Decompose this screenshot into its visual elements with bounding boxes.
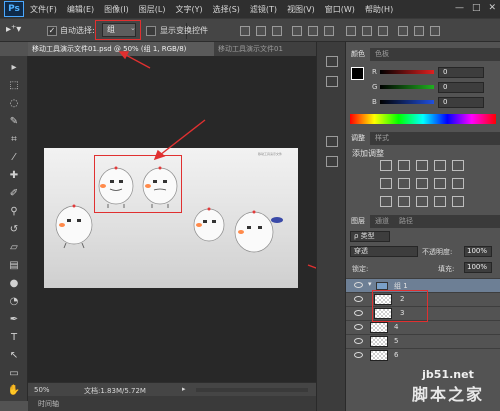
channel-mixer-icon[interactable] [452,178,464,189]
fill-input[interactable]: 100% [464,262,492,273]
layer-name: 6 [394,351,399,359]
channel-b-label: B [372,98,377,106]
timeline-label[interactable]: 时间轴 [38,399,59,409]
channel-g-label: G [372,83,378,91]
hue-saturation-icon[interactable] [380,178,392,189]
watermark-title: 脚本之家 [411,385,484,404]
eye-icon[interactable] [354,282,363,288]
arrow-to-canvas [153,119,206,161]
eye-icon[interactable] [354,338,363,344]
eye-icon[interactable] [354,296,363,302]
disclosure-triangle-icon[interactable]: ▾ [368,280,372,288]
foreground-color-swatch[interactable] [351,67,364,80]
tab-styles[interactable]: 样式 [370,132,394,145]
layer-filter-dropdown[interactable]: ρ 类型 [350,231,390,242]
gradient-map-icon[interactable] [452,196,464,207]
channel-r-label: R [372,68,377,76]
paragraph-icon[interactable] [326,156,338,167]
posterize-icon[interactable] [398,196,410,207]
panel-icon-strip [316,42,346,411]
vibrance-icon[interactable] [452,160,464,171]
history-icon[interactable] [326,56,338,67]
folder-icon [376,282,388,290]
adjustments-panel-tabs: 调整 样式 [346,132,500,145]
document-size: 文档:1.83M/5.72M [84,387,146,395]
opacity-label: 不透明度: [422,248,453,256]
timeline-panel: 时间轴 [28,396,316,411]
layer-thumbnail [370,322,388,333]
selective-color-icon[interactable] [434,196,446,207]
status-bar: 50% 文档:1.83M/5.72M ▸ [28,382,316,396]
right-panels: 颜色 色板 R 0 G 0 B 0 调整 样式 添加调整 图层 通道 路径 ρ … [346,42,500,411]
layers-panel-tabs: 图层 通道 路径 [346,215,500,228]
layer-row[interactable]: 5 [346,334,500,348]
layer-name: 5 [394,337,399,345]
curves-icon[interactable] [416,160,428,171]
layer-name: 4 [394,323,399,331]
opacity-input[interactable]: 100% [464,246,492,257]
layer-thumbnail [370,336,388,347]
channel-b-value[interactable]: 0 [438,97,484,108]
channel-g-slider[interactable] [380,85,434,89]
brightness-icon[interactable] [380,160,392,171]
exposure-icon[interactable] [434,160,446,171]
channel-r-value[interactable]: 0 [438,67,484,78]
levels-icon[interactable] [398,160,410,171]
eye-icon[interactable] [354,310,363,316]
eye-icon[interactable] [354,324,363,330]
layer-row[interactable]: 6 [346,348,500,362]
status-scrollbar[interactable] [196,388,308,392]
properties-icon[interactable] [326,76,338,87]
tab-layers[interactable]: 图层 [346,215,370,228]
character-icon[interactable] [326,136,338,147]
layer-thumbnail [370,350,388,361]
threshold-icon[interactable] [416,196,428,207]
watermark-url: jb51.net [422,368,474,381]
layer-row[interactable]: 4 [346,320,500,334]
invert-icon[interactable] [380,196,392,207]
tab-channels[interactable]: 通道 [370,215,394,228]
add-adjustment-title: 添加调整 [352,149,384,158]
channel-r-slider[interactable] [380,70,434,74]
arrow-to-dropdown [118,51,151,69]
watermark: jb51.net 脚本之家 [398,368,498,405]
color-spectrum[interactable] [350,114,496,124]
lock-label: 锁定: [352,265,369,273]
tab-swatches[interactable]: 色板 [370,48,394,61]
tab-adjustments[interactable]: 调整 [346,132,370,145]
tab-paths[interactable]: 路径 [394,215,418,228]
photo-filter-icon[interactable] [434,178,446,189]
blend-mode-dropdown[interactable]: 穿透 [350,246,418,257]
color-panel-tabs: 颜色 色板 [346,48,500,61]
black-white-icon[interactable] [416,178,428,189]
tab-color[interactable]: 颜色 [346,48,370,61]
channel-g-value[interactable]: 0 [438,82,484,93]
color-balance-icon[interactable] [398,178,410,189]
zoom-level[interactable]: 50% [34,386,50,394]
status-menu-arrow-icon[interactable]: ▸ [182,385,186,393]
eye-icon[interactable] [354,352,363,358]
fill-label: 填充: [438,265,455,273]
channel-b-slider[interactable] [380,100,434,104]
layers-highlight-box [372,290,428,322]
